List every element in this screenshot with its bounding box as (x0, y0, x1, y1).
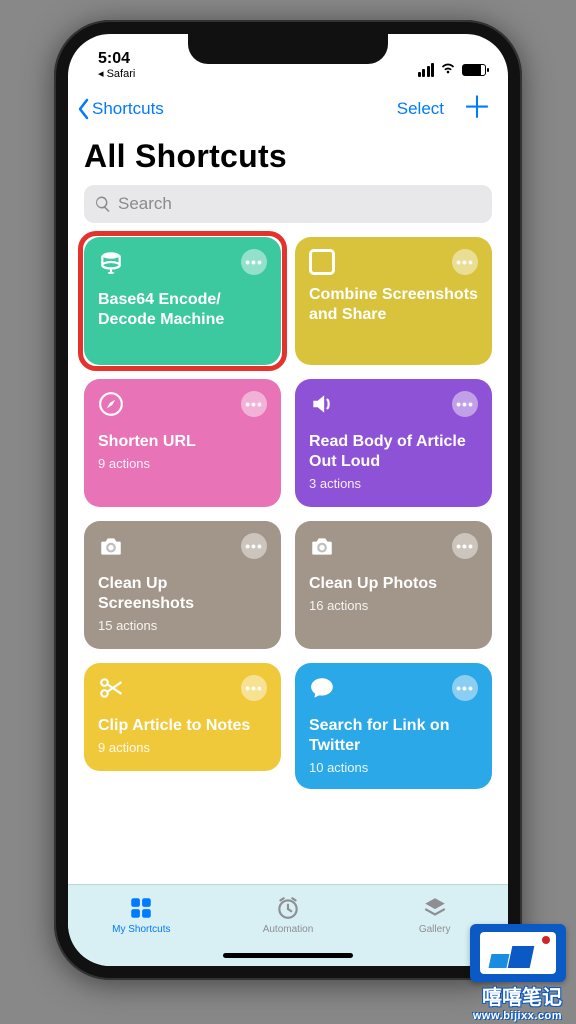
shortcut-card[interactable]: ••• Clean Up Screenshots 15 actions (84, 521, 281, 649)
shortcut-title: Clean Up Photos (309, 574, 478, 594)
more-button[interactable]: ••• (241, 675, 267, 701)
tab-my-shortcuts[interactable]: My Shortcuts (68, 885, 215, 966)
more-button[interactable]: ••• (452, 249, 478, 275)
disk-icon (98, 249, 124, 280)
cellular-signal-icon (418, 63, 435, 77)
shortcut-card[interactable]: ••• Combine Screenshots and Share (295, 237, 492, 365)
status-time: 5:04 (98, 50, 135, 68)
shortcut-title: Shorten URL (98, 432, 267, 452)
shortcut-title: Clean Up Screenshots (98, 574, 267, 614)
watermark-logo (470, 924, 566, 982)
tab-label: My Shortcuts (112, 924, 170, 935)
layers-icon (422, 895, 448, 921)
tab-label: Gallery (419, 924, 451, 935)
battery-icon (462, 64, 486, 76)
camera-icon (309, 533, 335, 564)
grid-icon (128, 895, 154, 921)
tab-label: Automation (263, 924, 314, 935)
home-indicator[interactable] (223, 953, 353, 958)
camera-icon (98, 533, 124, 564)
shortcut-title: Base64 Encode/ Decode Machine (98, 290, 267, 330)
status-back-app[interactable]: ◂ Safari (98, 67, 135, 80)
shortcut-card[interactable]: ••• Base64 Encode/ Decode Machine (84, 237, 281, 365)
watermark-url-text: www.bijixx.com (473, 1010, 562, 1022)
shortcut-subtitle: 9 actions (98, 456, 267, 471)
shortcuts-grid-container[interactable]: ••• Base64 Encode/ Decode Machine ••• Combi… (68, 231, 508, 933)
back-label: Shortcuts (92, 99, 164, 119)
square-icon (309, 249, 335, 275)
shortcut-card[interactable]: ••• Shorten URL 9 actions (84, 379, 281, 507)
search-input[interactable]: Search (84, 185, 492, 223)
shortcut-title: Clip Article to Notes (98, 716, 267, 736)
more-button[interactable]: ••• (452, 391, 478, 417)
shortcut-subtitle: 10 actions (309, 760, 478, 775)
more-button[interactable]: ••• (241, 249, 267, 275)
speaker-icon (309, 391, 335, 422)
search-icon (94, 195, 112, 213)
scissors-icon (98, 675, 124, 706)
shortcut-card[interactable]: ••• Clean Up Photos 16 actions (295, 521, 492, 649)
screen: 5:04 ◂ Safari Shortcuts Select ＋ (68, 34, 508, 966)
clock-icon (275, 895, 301, 921)
more-button[interactable]: ••• (452, 533, 478, 559)
phone-frame: 5:04 ◂ Safari Shortcuts Select ＋ (54, 20, 522, 980)
watermark-cn-text: 嘻嘻笔记 (473, 981, 562, 1010)
notch (188, 34, 388, 64)
shortcut-title: Search for Link on Twitter (309, 716, 478, 756)
nav-bar: Shortcuts Select ＋ (68, 82, 508, 134)
shortcuts-grid: ••• Base64 Encode/ Decode Machine ••• Combi… (84, 237, 492, 789)
select-button[interactable]: Select (397, 99, 444, 119)
shortcut-card[interactable]: ••• Search for Link on Twitter 10 actions (295, 663, 492, 789)
shortcut-subtitle: 15 actions (98, 618, 267, 633)
page-title: All Shortcuts (68, 134, 508, 185)
shortcut-title: Read Body of Article Out Loud (309, 432, 478, 472)
chevron-left-icon (76, 98, 90, 120)
shortcut-card[interactable]: ••• Clip Article to Notes 9 actions (84, 663, 281, 771)
more-button[interactable]: ••• (452, 675, 478, 701)
wifi-icon (440, 60, 456, 80)
search-placeholder: Search (118, 194, 172, 214)
shortcut-subtitle: 9 actions (98, 740, 267, 755)
watermark-text: 嘻嘻笔记 www.bijixx.com (473, 981, 562, 1022)
more-button[interactable]: ••• (241, 391, 267, 417)
add-button[interactable]: ＋ (462, 94, 492, 124)
speech-icon (309, 675, 335, 706)
shortcut-subtitle: 3 actions (309, 476, 478, 491)
shortcut-subtitle: 16 actions (309, 598, 478, 613)
shortcut-card[interactable]: ••• Read Body of Article Out Loud 3 action… (295, 379, 492, 507)
shortcut-title: Combine Screenshots and Share (309, 285, 478, 325)
back-button[interactable]: Shortcuts (76, 98, 164, 120)
more-button[interactable]: ••• (241, 533, 267, 559)
compass-icon (98, 391, 124, 422)
